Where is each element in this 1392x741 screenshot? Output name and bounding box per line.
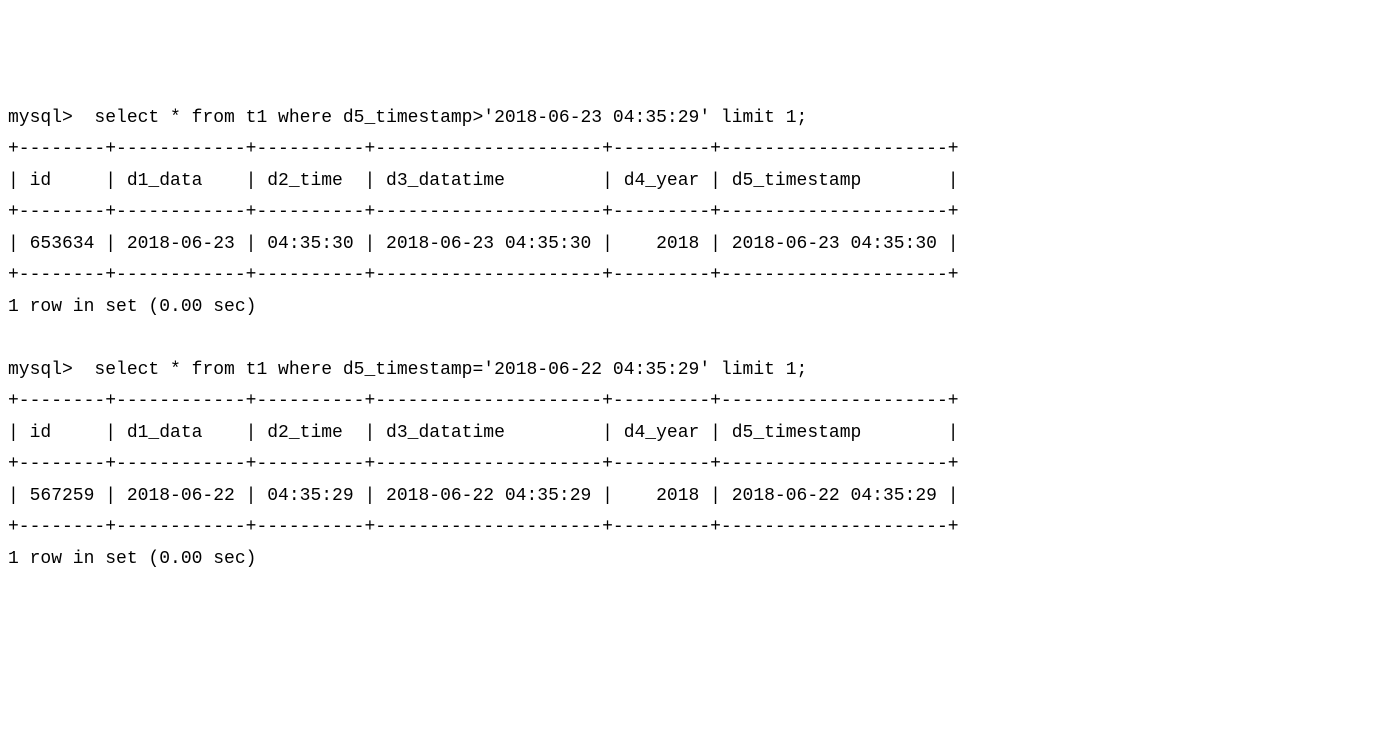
table-separator: +--------+------------+----------+------… (8, 265, 959, 285)
table-row: | 567259 | 2018-06-22 | 04:35:29 | 2018-… (8, 486, 959, 506)
result-footer: 1 row in set (0.00 sec) (8, 297, 256, 317)
table-row: | 653634 | 2018-06-23 | 04:35:30 | 2018-… (8, 234, 959, 254)
table-header: | id | d1_data | d2_time | d3_datatime |… (8, 171, 959, 191)
mysql-terminal: mysql> select * from t1 where d5_timesta… (8, 103, 1384, 576)
table-separator: +--------+------------+----------+------… (8, 139, 959, 159)
table-separator: +--------+------------+----------+------… (8, 202, 959, 222)
table-separator: +--------+------------+----------+------… (8, 517, 959, 537)
table-separator: +--------+------------+----------+------… (8, 391, 959, 411)
mysql-command: select * from t1 where d5_timestamp='201… (84, 360, 808, 380)
table-header: | id | d1_data | d2_time | d3_datatime |… (8, 423, 959, 443)
mysql-prompt: mysql> (8, 108, 84, 128)
mysql-prompt: mysql> (8, 360, 84, 380)
result-footer: 1 row in set (0.00 sec) (8, 549, 256, 569)
mysql-command: select * from t1 where d5_timestamp>'201… (84, 108, 808, 128)
table-separator: +--------+------------+----------+------… (8, 454, 959, 474)
